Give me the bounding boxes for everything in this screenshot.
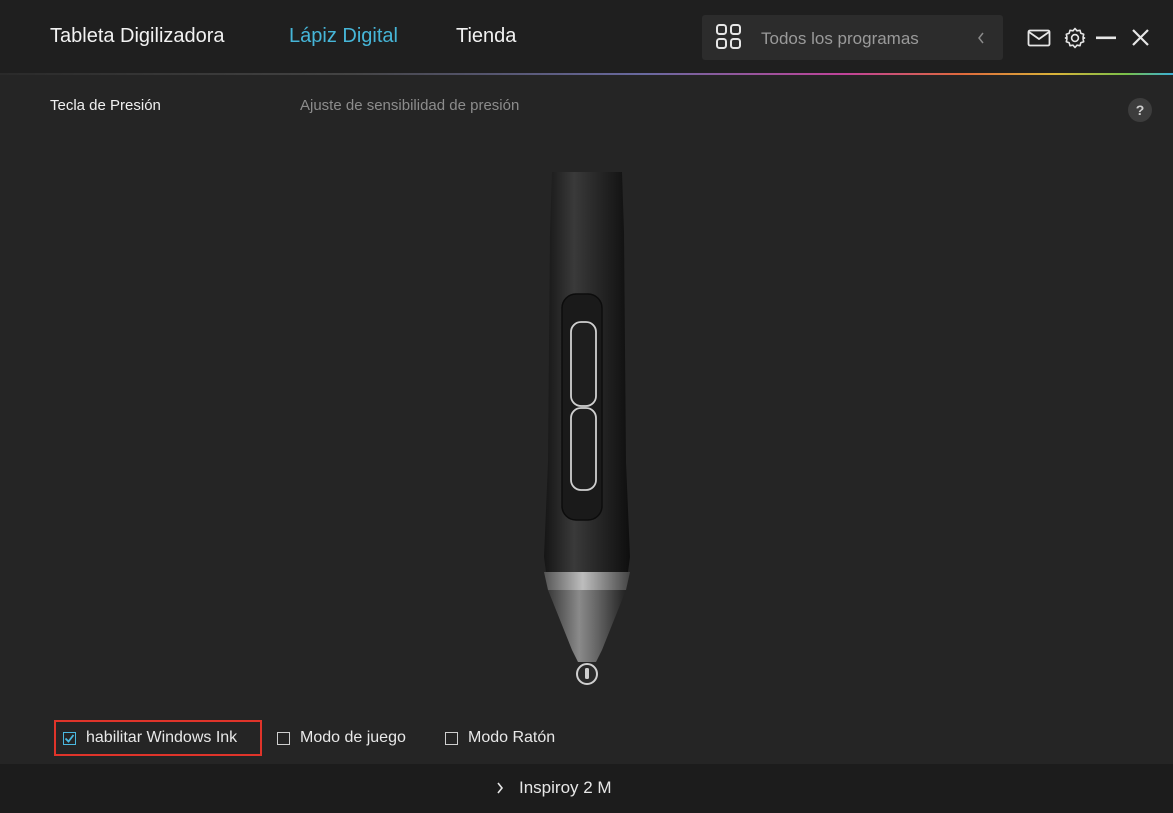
grid-icon	[716, 24, 741, 49]
checkbox-icon[interactable]	[445, 731, 458, 745]
pressure-key-label[interactable]: Tecla de Presión	[50, 97, 161, 114]
mail-icon[interactable]	[1027, 29, 1051, 47]
tab-lapiz-digital[interactable]: Lápiz Digital	[289, 25, 398, 48]
checkbox-icon[interactable]	[277, 731, 290, 745]
mouse-mode-checkbox[interactable]: Modo Ratón	[445, 720, 555, 756]
windows-ink-label: habilitar Windows Ink	[86, 729, 238, 746]
footer-bar: Inspiroy 2 M	[0, 764, 1173, 813]
pen-options: habilitar Windows Ink Modo de juego Modo…	[54, 720, 594, 756]
pen-illustration	[544, 172, 630, 685]
tab-tienda[interactable]: Tienda	[456, 25, 516, 48]
top-bar: Tableta Digilizadora Lápiz Digital Tiend…	[0, 0, 1173, 74]
header-divider	[0, 73, 1173, 75]
windows-ink-checkbox[interactable]: habilitar Windows Ink	[63, 720, 237, 756]
gear-icon[interactable]	[1064, 27, 1086, 49]
help-icon[interactable]: ?	[1128, 98, 1152, 122]
device-selector[interactable]: Inspiroy 2 M	[495, 778, 612, 798]
program-selector[interactable]: Todos los programas	[702, 15, 1003, 60]
pressure-sensitivity-label[interactable]: Ajuste de sensibilidad de presión	[300, 97, 519, 114]
program-selector-label: Todos los programas	[761, 29, 919, 48]
chevron-right-icon	[497, 782, 504, 794]
minimize-icon[interactable]	[1096, 36, 1116, 40]
chevron-left-icon[interactable]	[976, 30, 986, 46]
checkbox-checked-icon[interactable]	[63, 731, 76, 745]
tab-tableta-digitalizadora[interactable]: Tableta Digilizadora	[50, 25, 225, 48]
game-mode-checkbox[interactable]: Modo de juego	[277, 720, 406, 756]
close-icon[interactable]	[1131, 28, 1150, 47]
device-name: Inspiroy 2 M	[519, 778, 612, 797]
mouse-mode-label: Modo Ratón	[468, 729, 556, 746]
game-mode-label: Modo de juego	[300, 729, 406, 746]
